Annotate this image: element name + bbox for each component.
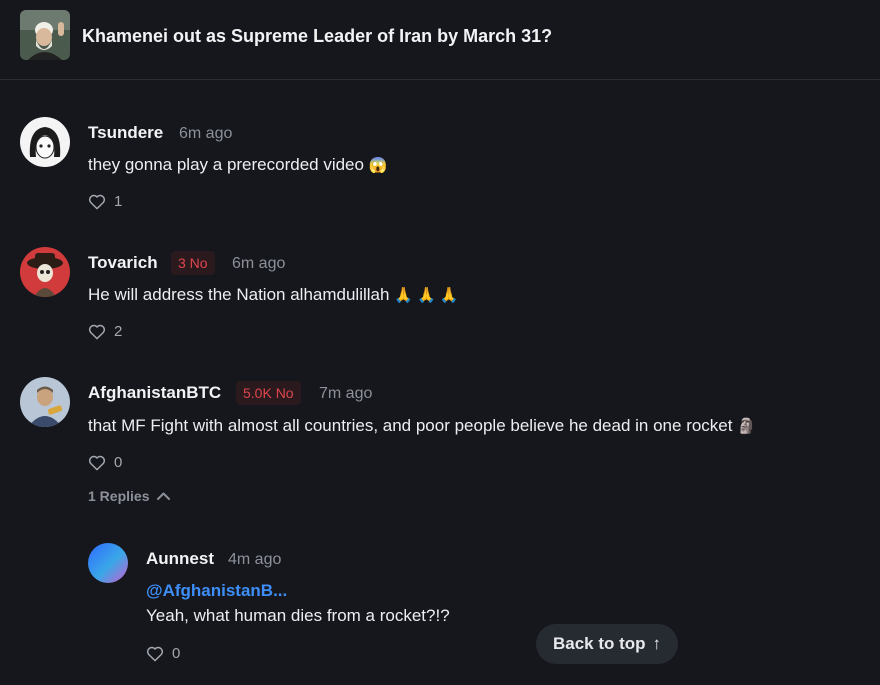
comment-username[interactable]: AfghanistanBTC [88, 383, 221, 403]
comment-time: 6m ago [232, 255, 286, 272]
avatar[interactable] [88, 543, 128, 583]
heart-icon [146, 646, 164, 661]
scream-emoji-icon: 😱 [368, 157, 388, 174]
like-button[interactable]: 2 [88, 321, 122, 341]
reply-mention-link[interactable]: @AfghanistanB... [146, 581, 287, 601]
chevron-up-icon [157, 492, 171, 500]
comment-username[interactable]: Tsundere [88, 123, 163, 143]
like-button[interactable]: 1 [88, 191, 122, 211]
comment-text-content: that MF Fight with almost all countries,… [88, 416, 733, 435]
moai-emoji-icon: 🗿 [737, 418, 756, 435]
comment-text: He will address the Nation alhamdulillah… [88, 285, 459, 305]
arrow-up-icon: ↑ [652, 634, 662, 653]
heart-icon [88, 455, 106, 470]
like-count: 0 [172, 644, 181, 662]
reply-text: Yeah, what human dies from a rocket?!? [146, 606, 450, 625]
heart-icon [88, 194, 106, 209]
praying-hands-emoji-icon: 🙏 🙏 🙏 [394, 287, 459, 304]
comment-text-content: He will address the Nation alhamdulillah [88, 285, 390, 304]
heart-icon [88, 324, 106, 339]
position-badge: 3 No [171, 251, 215, 275]
avatar[interactable] [20, 377, 70, 427]
avatar[interactable] [20, 117, 70, 167]
like-count: 2 [114, 322, 123, 340]
market-title[interactable]: Khamenei out as Supreme Leader of Iran b… [82, 26, 552, 47]
comment-time: 7m ago [319, 385, 373, 402]
like-button[interactable]: 0 [146, 643, 180, 663]
like-count: 0 [114, 453, 123, 471]
replies-count-label: 1 Replies [88, 488, 150, 504]
replies-toggle-button[interactable]: 1 Replies [88, 488, 171, 504]
reply-username[interactable]: Aunnest [146, 549, 214, 569]
market-header: Khamenei out as Supreme Leader of Iran b… [0, 0, 880, 80]
position-badge: 5.0K No [236, 381, 301, 405]
like-button[interactable]: 0 [88, 452, 122, 472]
comment-text: that MF Fight with almost all countries,… [88, 416, 756, 436]
market-thumbnail[interactable] [20, 10, 70, 60]
like-count: 1 [114, 192, 123, 210]
comment-time: 6m ago [179, 125, 233, 142]
back-to-top-label: Back to top [552, 634, 646, 653]
reply-time: 4m ago [228, 551, 282, 568]
comment-username[interactable]: Tovarich [88, 253, 158, 273]
comment-text: they gonna play a prerecorded video 😱 [88, 155, 387, 175]
comment-text-content: they gonna play a prerecorded video [88, 155, 364, 174]
avatar[interactable] [20, 247, 70, 297]
back-to-top-button[interactable]: Back to top ↑ [536, 624, 678, 664]
